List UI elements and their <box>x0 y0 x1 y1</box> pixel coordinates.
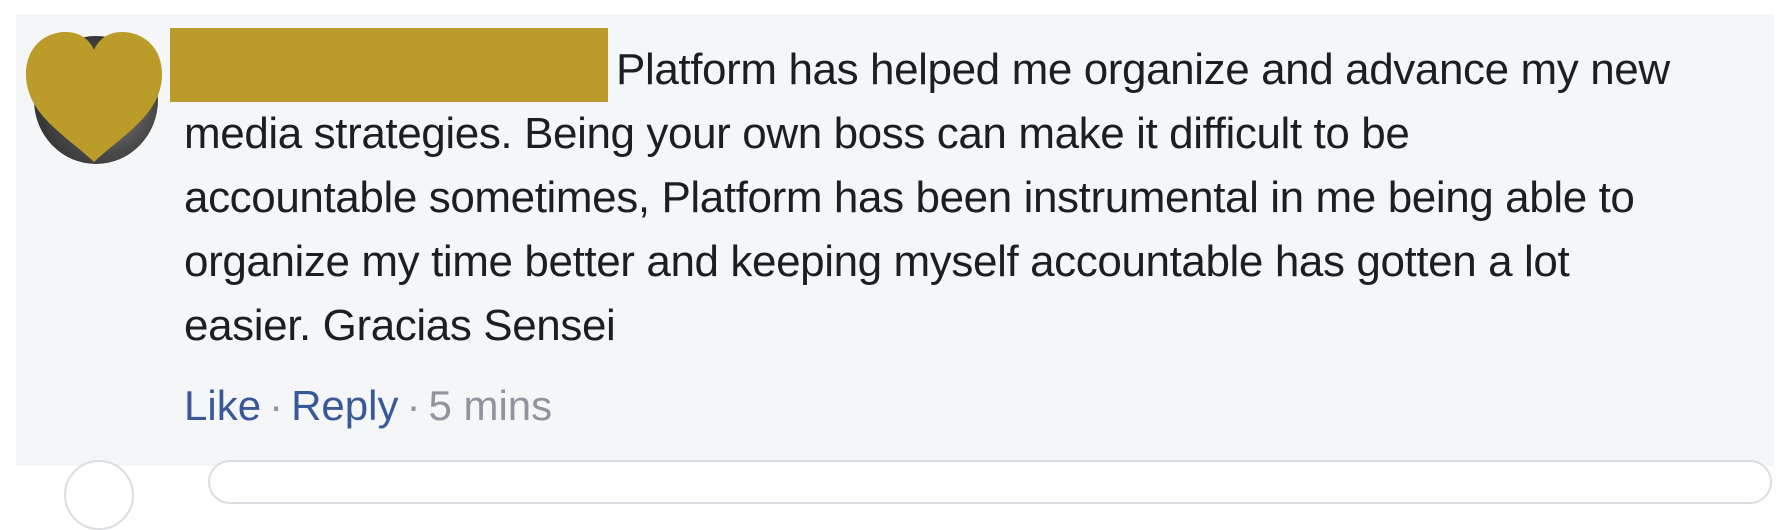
reply-link[interactable]: Reply <box>291 382 398 429</box>
comment-line: organize my time better and keeping myse… <box>184 237 1570 286</box>
comment-line: media strategies. Being your own boss ca… <box>184 109 1410 158</box>
separator-dot: · <box>269 382 284 429</box>
comment-body: Platform has helped me organize and adva… <box>184 38 1774 358</box>
comment-line: Platform has helped me organize and adva… <box>616 45 1670 94</box>
comment-line: easier. Gracias Sensei <box>184 301 616 350</box>
reply-avatar <box>64 460 134 530</box>
comment-line: accountable sometimes, Platform has been… <box>184 173 1635 222</box>
comment-actions: Like · Reply · 5 mins <box>184 378 552 434</box>
separator-dot: · <box>406 382 421 429</box>
reply-input[interactable] <box>208 460 1772 504</box>
comment-timestamp[interactable]: 5 mins <box>428 382 552 429</box>
heart-icon <box>26 32 162 162</box>
like-link[interactable]: Like <box>184 382 261 429</box>
comment-screenshot: Platform has helped me organize and adva… <box>0 0 1786 530</box>
